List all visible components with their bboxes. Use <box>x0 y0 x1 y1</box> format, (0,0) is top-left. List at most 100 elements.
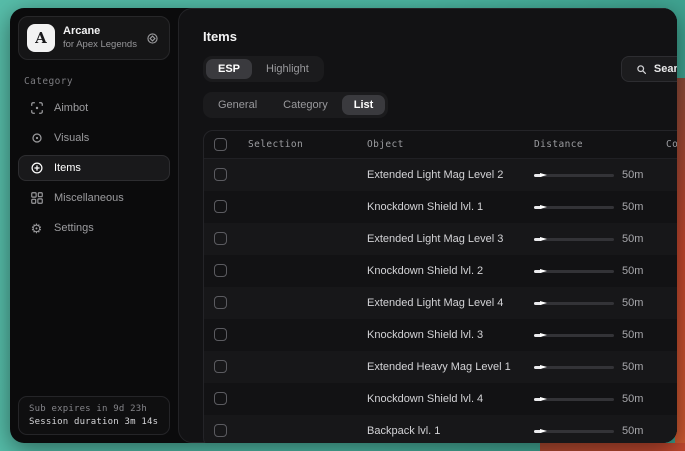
row-checkbox[interactable] <box>214 232 227 245</box>
search-button[interactable]: Search <box>621 56 677 82</box>
sidebar-item-label: Miscellaneous <box>54 192 124 204</box>
app-header-text: Arcane for Apex Legends <box>63 25 138 51</box>
table-row: Extended Light Mag Level 2 50m <box>204 159 677 191</box>
table-row: Knockdown Shield lvl. 1 50m <box>204 191 677 223</box>
slider-handle[interactable] <box>540 203 550 211</box>
app-window: A Arcane for Apex Legends Category <box>10 8 677 443</box>
sidebar: A Arcane for Apex Legends Category <box>10 8 178 443</box>
row-checkbox[interactable] <box>214 392 227 405</box>
object-name: Extended Light Mag Level 2 <box>367 169 534 181</box>
table-header-row: Selection Object Distance Color <box>204 131 677 159</box>
slider-handle[interactable] <box>540 363 550 371</box>
slider-handle[interactable] <box>540 235 550 243</box>
slider-handle[interactable] <box>540 427 550 435</box>
slider-handle[interactable] <box>540 299 550 307</box>
tab-list[interactable]: List <box>342 95 386 115</box>
row-checkbox[interactable] <box>214 168 227 181</box>
row-checkbox[interactable] <box>214 328 227 341</box>
object-name: Knockdown Shield lvl. 4 <box>367 393 534 405</box>
distance-slider[interactable] <box>534 334 614 337</box>
distance-slider[interactable] <box>534 398 614 401</box>
distance-value: 50m <box>622 361 666 373</box>
sidebar-item-label: Settings <box>54 222 94 234</box>
object-name: Backpack lvl. 1 <box>367 425 534 437</box>
main-panel: Items ESP Highlight Search General <box>178 8 677 443</box>
sidebar-item-label: Aimbot <box>54 102 88 114</box>
category-section-label: Category <box>24 76 170 87</box>
row-checkbox[interactable] <box>214 264 227 277</box>
distance-value: 50m <box>622 265 666 277</box>
row-checkbox[interactable] <box>214 296 227 309</box>
session-duration-text: Session duration 3m 14s <box>29 417 159 427</box>
slider-handle[interactable] <box>540 267 550 275</box>
settings-icon: ⚙ <box>29 222 44 235</box>
distance-value: 50m <box>622 393 666 405</box>
mode-tabs: ESP Highlight <box>203 56 324 82</box>
slider-handle[interactable] <box>540 331 550 339</box>
sidebar-item-items[interactable]: Items <box>18 155 170 181</box>
sidebar-item-aimbot[interactable]: Aimbot <box>18 95 170 121</box>
distance-value: 50m <box>622 169 666 181</box>
column-header-object: Object <box>367 139 534 150</box>
row-checkbox[interactable] <box>214 360 227 373</box>
app-subtitle: for Apex Legends <box>63 39 138 51</box>
distance-slider[interactable] <box>534 366 614 369</box>
object-name: Extended Light Mag Level 3 <box>367 233 534 245</box>
distance-value: 50m <box>622 297 666 309</box>
sidebar-nav: Aimbot Visuals <box>18 95 170 241</box>
distance-slider[interactable] <box>534 302 614 305</box>
table-row: Backpack lvl. 1 50m <box>204 415 677 443</box>
desktop-background: A Arcane for Apex Legends Category <box>0 0 685 451</box>
tab-general[interactable]: General <box>206 95 269 115</box>
search-icon <box>636 64 647 75</box>
table-row: Knockdown Shield lvl. 3 50m <box>204 319 677 351</box>
column-header-selection: Selection <box>248 139 367 150</box>
table-row: Extended Heavy Mag Level 1 50m <box>204 351 677 383</box>
distance-slider[interactable] <box>534 174 614 177</box>
search-button-label: Search <box>654 63 677 75</box>
distance-value: 50m <box>622 201 666 213</box>
sidebar-item-visuals[interactable]: Visuals <box>18 125 170 151</box>
distance-slider[interactable] <box>534 206 614 209</box>
table-body: Extended Light Mag Level 2 50m Knockdown… <box>204 159 677 443</box>
subscription-card: Sub expires in 9d 23h Session duration 3… <box>18 396 170 435</box>
aimbot-icon <box>29 101 44 115</box>
app-logo: A <box>27 24 55 52</box>
view-tabs: General Category List <box>203 92 388 118</box>
sidebar-item-label: Visuals <box>54 132 89 144</box>
distance-slider[interactable] <box>534 238 614 241</box>
sidebar-item-miscellaneous[interactable]: Miscellaneous <box>18 185 170 211</box>
sidebar-item-settings[interactable]: ⚙ Settings <box>18 215 170 241</box>
slider-handle[interactable] <box>540 171 550 179</box>
visuals-icon <box>29 131 44 145</box>
table-row: Extended Light Mag Level 4 50m <box>204 287 677 319</box>
distance-value: 50m <box>622 425 666 437</box>
row-checkbox[interactable] <box>214 424 227 437</box>
column-header-distance: Distance <box>534 139 622 150</box>
object-name: Knockdown Shield lvl. 2 <box>367 265 534 277</box>
tab-esp[interactable]: ESP <box>206 59 252 79</box>
items-icon <box>29 161 44 175</box>
sidebar-item-label: Items <box>54 162 81 174</box>
distance-value: 50m <box>622 329 666 341</box>
table-row: Knockdown Shield lvl. 4 50m <box>204 383 677 415</box>
distance-slider[interactable] <box>534 430 614 433</box>
app-header-card: A Arcane for Apex Legends <box>18 16 170 60</box>
row-checkbox[interactable] <box>214 200 227 213</box>
distance-slider[interactable] <box>534 270 614 273</box>
miscellaneous-icon <box>29 191 44 205</box>
target-badge-icon[interactable] <box>146 32 159 45</box>
tab-highlight[interactable]: Highlight <box>254 59 321 79</box>
object-name: Extended Heavy Mag Level 1 <box>367 361 534 373</box>
select-all-checkbox[interactable] <box>214 138 227 151</box>
object-name: Knockdown Shield lvl. 1 <box>367 201 534 213</box>
object-name: Knockdown Shield lvl. 3 <box>367 329 534 341</box>
column-header-color: Color <box>666 139 677 150</box>
distance-value: 50m <box>622 233 666 245</box>
sub-expires-text: Sub expires in 9d 23h <box>29 404 159 414</box>
tab-category[interactable]: Category <box>271 95 340 115</box>
items-table: Selection Object Distance Color Extended… <box>203 130 677 443</box>
page-title: Items <box>203 29 677 44</box>
slider-handle[interactable] <box>540 395 550 403</box>
object-name: Extended Light Mag Level 4 <box>367 297 534 309</box>
